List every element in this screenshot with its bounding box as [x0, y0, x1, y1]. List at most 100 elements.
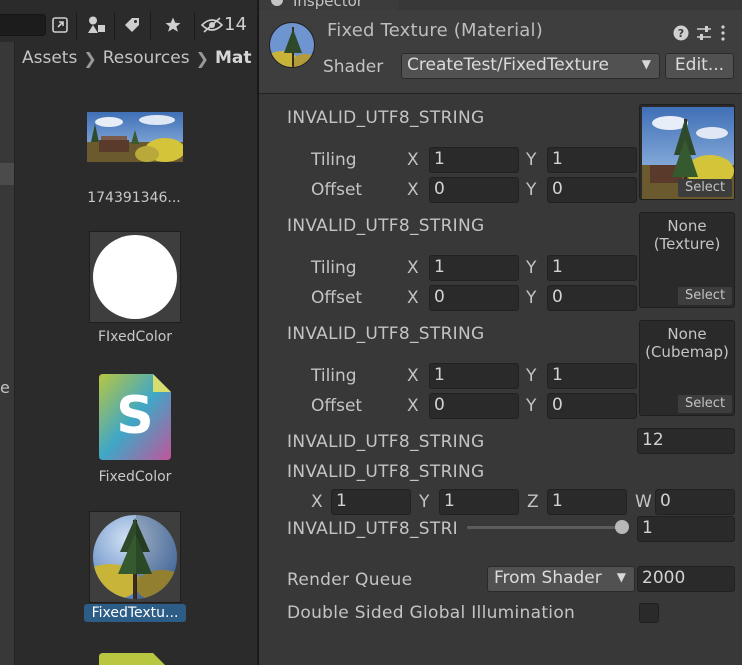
- help-icon[interactable]: ?: [672, 24, 690, 42]
- render-queue-dropdown[interactable]: From Shader ▼: [487, 566, 635, 592]
- vector-y-field[interactable]: 1: [439, 489, 519, 515]
- tiling-x-field[interactable]: 1: [429, 147, 519, 173]
- asset-label[interactable]: 174391346...: [74, 190, 194, 206]
- offset-x-field[interactable]: 0: [429, 177, 519, 203]
- tiling-y-field[interactable]: 1: [547, 147, 637, 173]
- breadcrumb: Assets ❯ Resources ❯ Mat: [22, 44, 257, 72]
- slot-empty-text: None (Texture): [640, 217, 734, 253]
- texture-slot[interactable]: Select: [639, 104, 735, 200]
- dsgi-checkbox[interactable]: [639, 603, 659, 623]
- chevron-right-icon: ❯: [195, 48, 209, 68]
- axis-y-label[interactable]: Y: [526, 180, 536, 200]
- axis-x-label[interactable]: X: [407, 258, 419, 278]
- dropdown-caret-icon: ▼: [641, 57, 651, 71]
- tree-selected-row[interactable]: [0, 163, 14, 185]
- material-preview-icon: [269, 22, 315, 68]
- favorites-star-icon[interactable]: [160, 13, 186, 37]
- axis-x-label[interactable]: X: [407, 288, 419, 308]
- tiling-label: Tiling: [311, 258, 357, 278]
- breadcrumb-assets[interactable]: Assets: [22, 48, 77, 68]
- dsgi-label: Double Sided Global Illumination: [287, 603, 576, 623]
- axis-y-label[interactable]: Y: [526, 366, 536, 386]
- axis-y-label[interactable]: Y: [526, 396, 536, 416]
- project-toolbar: 14: [0, 0, 257, 41]
- asset-thumbnail-photo[interactable]: [87, 112, 185, 162]
- more-options-icon[interactable]: [718, 24, 728, 42]
- vector-z-field[interactable]: 1: [547, 489, 627, 515]
- offset-y-field[interactable]: 0: [547, 393, 637, 419]
- shader-value: CreateTest/FixedTexture: [407, 55, 609, 75]
- hidden-packages-eye-icon[interactable]: [200, 13, 224, 37]
- asset-label[interactable]: FixedColor: [75, 469, 195, 485]
- axis-x-label[interactable]: X: [407, 150, 419, 170]
- cubemap-slot-empty[interactable]: None (Cubemap) Select: [639, 320, 735, 416]
- textured-sphere-material-thumbnail: [93, 515, 177, 599]
- open-in-window-icon[interactable]: [48, 13, 72, 37]
- preset-sliders-icon[interactable]: [695, 24, 713, 42]
- asset-thumbnail-shader[interactable]: S: [99, 374, 171, 460]
- axis-x-label[interactable]: X: [407, 366, 419, 386]
- axis-x-label[interactable]: X: [311, 492, 323, 512]
- range-slider-thumb[interactable]: [615, 520, 629, 534]
- asset-label-selected[interactable]: FixedTextu...: [84, 604, 186, 622]
- tiling-label: Tiling: [311, 366, 357, 386]
- render-queue-field[interactable]: 2000: [637, 566, 735, 592]
- tiling-x-field[interactable]: 1: [429, 363, 519, 389]
- texture-property-label: INVALID_UTF8_STRING: [287, 324, 485, 344]
- texture-property-label: INVALID_UTF8_STRING: [287, 216, 485, 236]
- filter-by-type-icon[interactable]: [84, 13, 110, 37]
- axis-x-label[interactable]: X: [407, 180, 419, 200]
- project-window: 14 e Assets ❯ Resources ❯ Mat 174391346.…: [0, 0, 257, 665]
- asset-thumbnail-fixedtexture-material[interactable]: [89, 511, 181, 603]
- shader-dropdown[interactable]: CreateTest/FixedTexture ▼: [401, 53, 660, 79]
- white-sphere-material-thumbnail: [93, 235, 177, 319]
- asset-thumbnail-fixedcolor-material[interactable]: [89, 231, 181, 323]
- toolbar-separator: [114, 12, 115, 40]
- range-slider-track[interactable]: [467, 526, 627, 529]
- info-icon: [271, 0, 283, 6]
- select-texture-button[interactable]: Select: [678, 287, 732, 305]
- slot-none-text: None: [667, 217, 707, 235]
- offset-x-field[interactable]: 0: [429, 393, 519, 419]
- inspector-tab[interactable]: Inspector: [259, 0, 399, 10]
- vector-w-field[interactable]: 0: [655, 489, 735, 515]
- axis-z-label[interactable]: Z: [527, 492, 539, 512]
- breadcrumb-current[interactable]: Mat: [215, 48, 252, 68]
- tiling-y-field[interactable]: 1: [547, 363, 637, 389]
- axis-y-label[interactable]: Y: [526, 258, 536, 278]
- tiling-label: Tiling: [311, 150, 357, 170]
- render-queue-label: Render Queue: [287, 570, 413, 590]
- axis-x-label[interactable]: X: [407, 396, 419, 416]
- offset-x-field[interactable]: 0: [429, 285, 519, 311]
- range-property-field[interactable]: 1: [637, 516, 735, 542]
- select-texture-button[interactable]: Select: [678, 179, 732, 197]
- offset-y-field[interactable]: 0: [547, 285, 637, 311]
- select-cubemap-button[interactable]: Select: [678, 395, 732, 413]
- vector-property-label: INVALID_UTF8_STRING: [287, 462, 485, 482]
- axis-w-label[interactable]: W: [635, 492, 652, 512]
- folder-tree-panel[interactable]: [0, 42, 15, 665]
- breadcrumb-resources[interactable]: Resources: [103, 48, 190, 68]
- texture-property-label: INVALID_UTF8_STRING: [287, 108, 485, 128]
- search-field[interactable]: [0, 14, 46, 36]
- offset-label: Offset: [311, 396, 363, 416]
- asset-thumbnail-partial[interactable]: [99, 653, 171, 665]
- asset-label[interactable]: FIxedColor: [75, 329, 195, 345]
- inspector-window: Inspector Fixed Texture (Material) ? Sha…: [257, 0, 742, 665]
- offset-y-field[interactable]: 0: [547, 177, 637, 203]
- texture-slot-empty[interactable]: None (Texture) Select: [639, 212, 735, 308]
- axis-y-label[interactable]: Y: [419, 492, 429, 512]
- float-property-field[interactable]: 12: [637, 428, 735, 454]
- dropdown-caret-icon: ▼: [616, 570, 626, 584]
- material-title: Fixed Texture (Material): [327, 20, 543, 41]
- edit-shader-button[interactable]: Edit...: [665, 53, 734, 79]
- axis-y-label[interactable]: Y: [526, 288, 536, 308]
- axis-y-label[interactable]: Y: [526, 150, 536, 170]
- tiling-x-field[interactable]: 1: [429, 255, 519, 281]
- vector-x-field[interactable]: 1: [331, 489, 411, 515]
- chevron-right-icon: ❯: [83, 48, 97, 68]
- offset-label: Offset: [311, 180, 363, 200]
- tiling-y-field[interactable]: 1: [547, 255, 637, 281]
- toolbar-separator: [194, 12, 195, 40]
- filter-by-label-icon[interactable]: [120, 13, 144, 37]
